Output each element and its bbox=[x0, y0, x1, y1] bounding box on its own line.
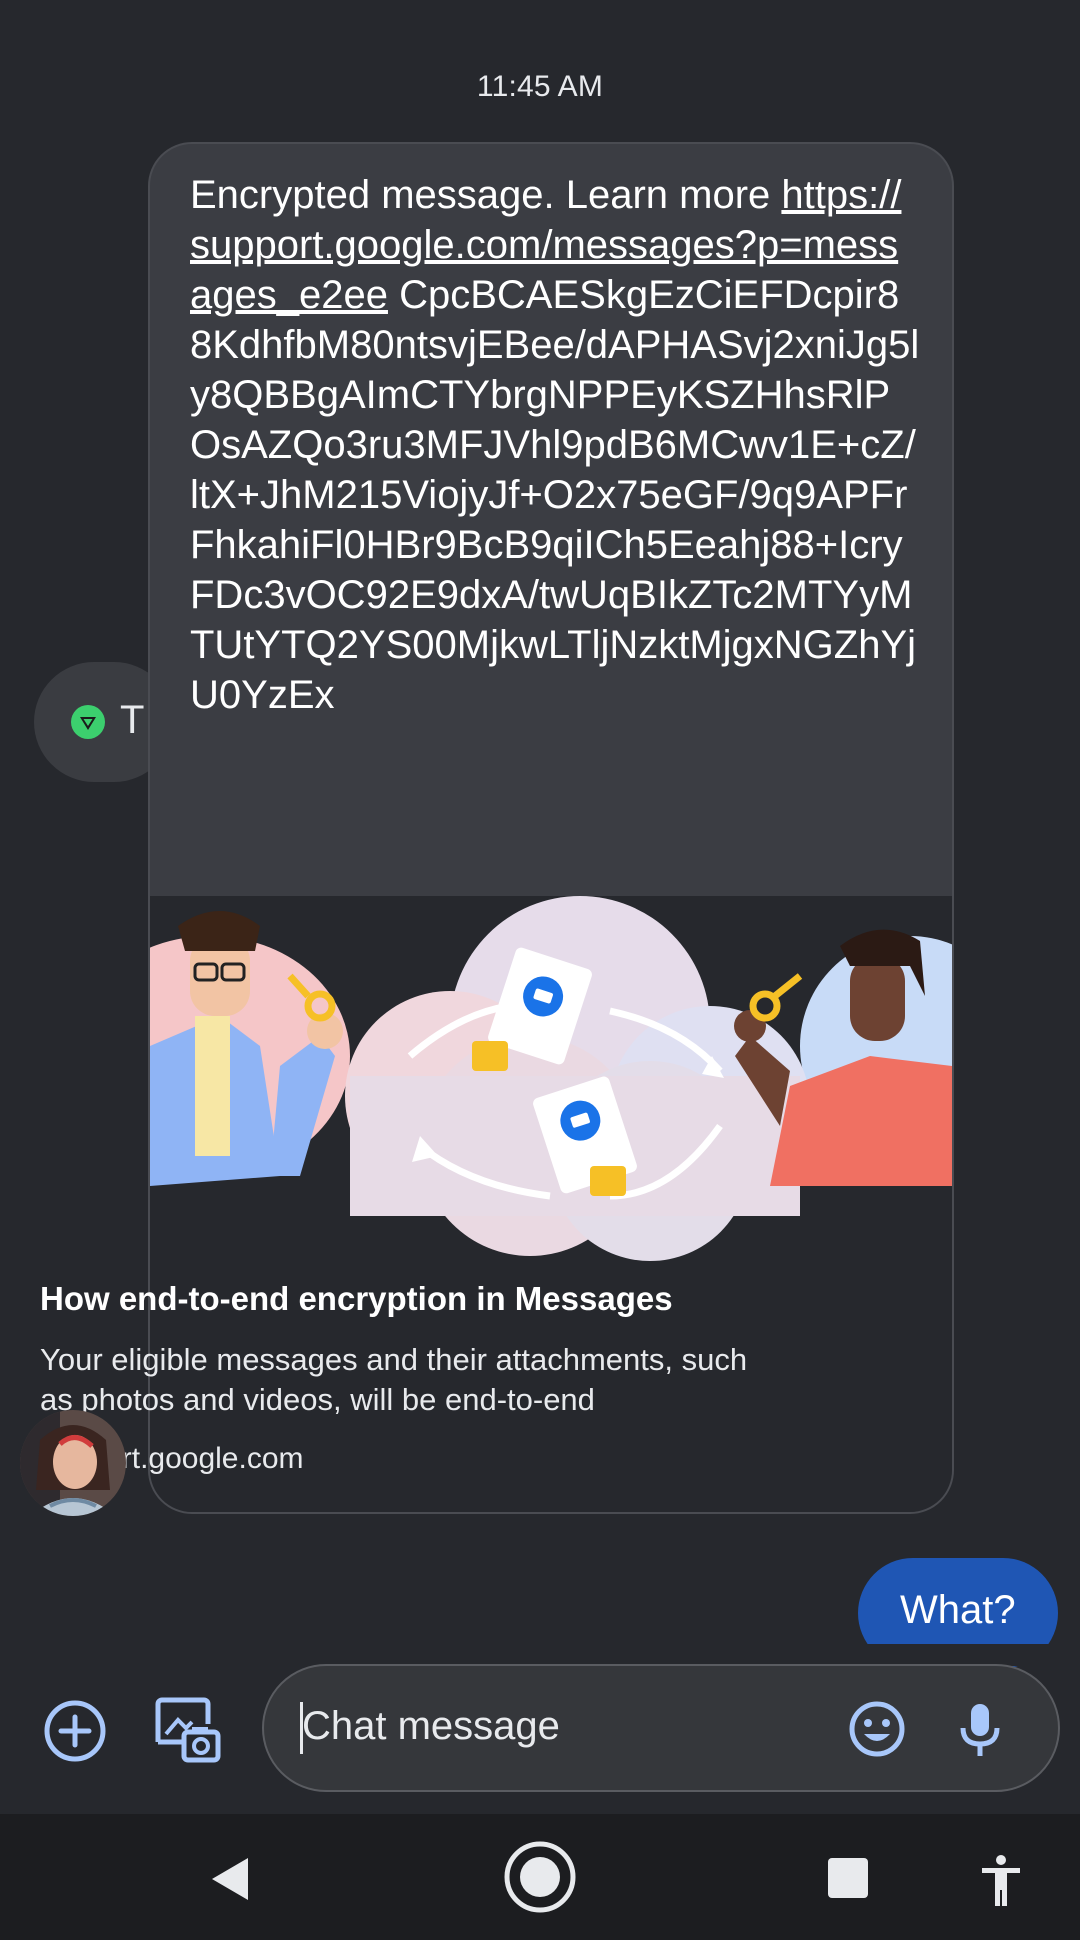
emoji-icon bbox=[849, 1701, 905, 1757]
message-timestamp: 11:45 AM bbox=[476, 70, 604, 103]
add-attachment-button[interactable] bbox=[42, 1698, 108, 1764]
voice-input-button[interactable] bbox=[958, 1700, 1002, 1760]
nav-home-button[interactable] bbox=[503, 1840, 577, 1914]
reaction-label: T bbox=[120, 698, 145, 742]
nav-recents-button[interactable] bbox=[826, 1856, 870, 1900]
contact-photo-icon bbox=[20, 1410, 126, 1516]
outgoing-message-text: What? bbox=[900, 1588, 1016, 1632]
encryption-illustration-icon bbox=[150, 896, 952, 1336]
sender-avatar[interactable] bbox=[20, 1410, 126, 1516]
gallery-button[interactable] bbox=[152, 1694, 222, 1764]
nav-back-button[interactable] bbox=[206, 1854, 252, 1904]
chat-message-field[interactable]: Chat message bbox=[262, 1664, 1060, 1792]
back-icon bbox=[212, 1858, 248, 1900]
nav-accessibility-button[interactable] bbox=[978, 1854, 1024, 1908]
link-preview-description: Your eligible messages and their attachm… bbox=[40, 1342, 748, 1417]
chat-message-placeholder: Chat message bbox=[302, 1704, 560, 1748]
incoming-message-text: Encrypted message. Learn more https://su… bbox=[190, 170, 920, 720]
mic-icon bbox=[960, 1704, 1000, 1756]
link-preview-title[interactable]: How end-to-end encryption in Messages bbox=[40, 1280, 673, 1318]
emoji-button[interactable] bbox=[848, 1700, 906, 1758]
message-prefix: Encrypted message. Learn more bbox=[190, 173, 782, 217]
encrypted-payload: CpcBCAESkgEzCiEFDcpir88KdhfbM80ntsvjEBee… bbox=[190, 273, 920, 717]
recents-icon bbox=[828, 1858, 868, 1898]
link-preview-image[interactable] bbox=[150, 896, 952, 1336]
plus-circle-icon bbox=[44, 1700, 106, 1762]
accessibility-icon bbox=[982, 1855, 1020, 1906]
home-icon bbox=[504, 1841, 576, 1913]
green-triangle-emoji-icon bbox=[71, 705, 105, 739]
system-navigation-bar bbox=[0, 1814, 1080, 1940]
list-bottom-edge bbox=[0, 1644, 1080, 1666]
gallery-camera-icon bbox=[155, 1697, 221, 1763]
